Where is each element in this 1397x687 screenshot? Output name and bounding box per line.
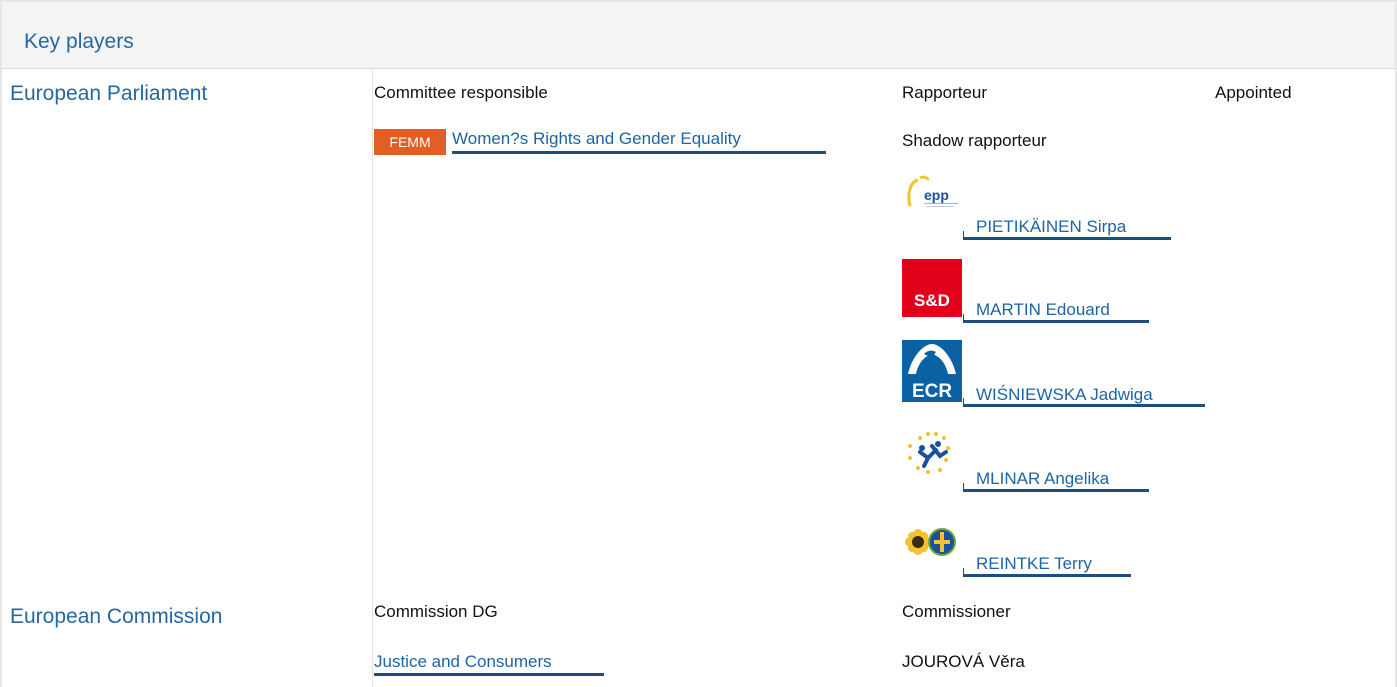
shadow-link-wisniewska[interactable]: WIŚNIEWSKA Jadwiga	[976, 385, 1153, 405]
greens-efa-logo-icon	[902, 526, 964, 560]
committee-link-underline	[452, 151, 826, 154]
svg-text:ECR: ECR	[912, 381, 952, 402]
commission-dg-link-underline	[374, 673, 604, 676]
shadow-link-underline	[963, 237, 1171, 240]
panel-header: Key players	[2, 2, 1395, 69]
shadow-link-mlinar[interactable]: MLINAR Angelika	[976, 469, 1109, 489]
page: Key players European Parliament Committe…	[0, 0, 1397, 687]
rapporteur-header: Rapporteur	[902, 83, 988, 102]
shadow-link-pietikainen[interactable]: PIETIKÄINEN Sirpa	[976, 217, 1126, 237]
shadow-link-underline	[963, 404, 1205, 407]
panel-title: Key players	[24, 30, 134, 53]
femm-badge: FEMM	[374, 129, 446, 155]
sd-logo-icon: S&D	[902, 259, 964, 317]
european-commission-label: European Commission	[10, 605, 223, 628]
shadow-link-underline	[963, 320, 1149, 323]
shadow-link-underline	[963, 574, 1131, 577]
epp-logo-icon: epp	[902, 172, 964, 230]
alde-logo-icon	[902, 428, 964, 486]
svg-text:S&D: S&D	[914, 291, 950, 310]
commission-dg-header: Commission DG	[374, 602, 498, 621]
ecr-logo-icon: ECR	[902, 340, 964, 402]
shadow-link-underline	[963, 489, 1149, 492]
committee-responsible-header: Committee responsible	[374, 83, 548, 102]
key-players-panel: Key players European Parliament Committe…	[0, 0, 1397, 687]
appointed-header: Appointed	[1215, 83, 1292, 102]
shadow-rapporteur-header: Shadow rapporteur	[902, 131, 1047, 150]
column-divider	[372, 69, 373, 594]
column-divider	[372, 594, 373, 687]
committee-link-femm[interactable]: Women?s Rights and Gender Equality	[452, 129, 741, 149]
commission-dg-link[interactable]: Justice and Consumers	[374, 652, 552, 672]
shadow-link-reintke[interactable]: REINTKE Terry	[976, 554, 1092, 574]
european-parliament-label: European Parliament	[10, 82, 208, 105]
commissioner-name: JOUROVÁ Věra	[902, 652, 1025, 671]
shadow-link-martin[interactable]: MARTIN Edouard	[976, 300, 1110, 320]
commissioner-header: Commissioner	[902, 602, 1011, 621]
svg-text:epp: epp	[924, 187, 949, 203]
